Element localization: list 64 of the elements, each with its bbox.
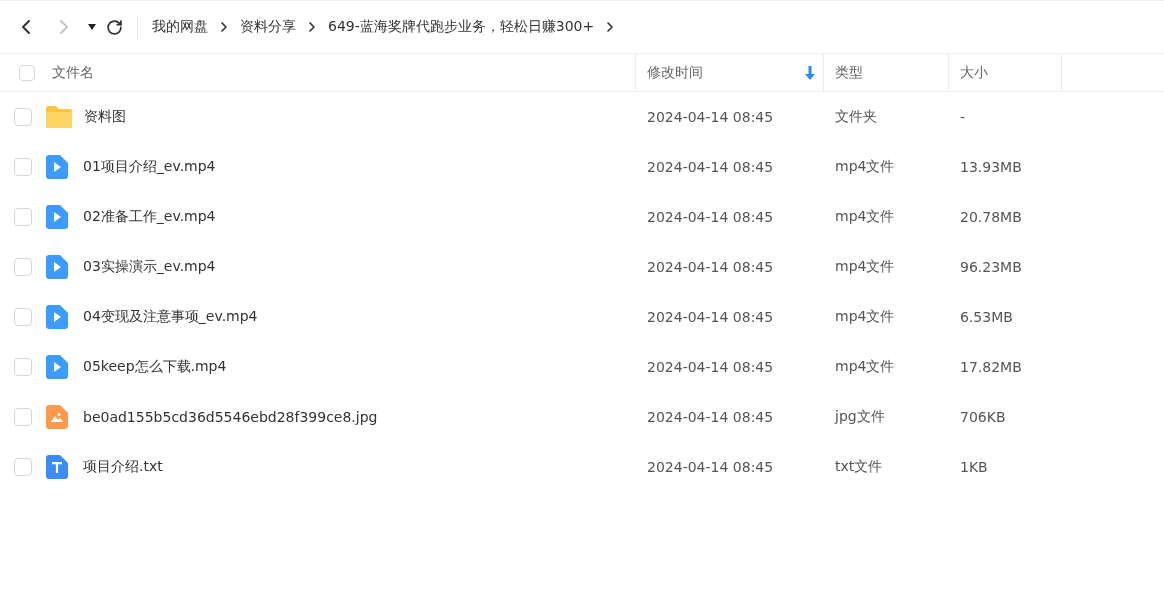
text-file-icon bbox=[46, 455, 68, 479]
folder-icon bbox=[46, 106, 72, 128]
file-name[interactable]: 项目介绍.txt bbox=[83, 458, 163, 476]
modified-time: 2024-04-14 08:45 bbox=[646, 209, 775, 225]
file-size: 17.82MB bbox=[959, 359, 1023, 375]
modified-time: 2024-04-14 08:45 bbox=[646, 409, 775, 425]
file-name[interactable]: 05keep怎么下载.mp4 bbox=[83, 358, 227, 376]
file-type: mp4文件 bbox=[834, 358, 896, 376]
file-name[interactable]: be0ad155b5cd36d5546ebd28f399ce8.jpg bbox=[83, 409, 378, 425]
modified-time: 2024-04-14 08:45 bbox=[646, 159, 775, 175]
modified-time: 2024-04-14 08:45 bbox=[646, 459, 775, 475]
file-name[interactable]: 03实操演示_ev.mp4 bbox=[83, 258, 216, 276]
column-header[interactable]: 文件名 bbox=[0, 54, 636, 91]
column-header[interactable]: 修改时间 bbox=[636, 54, 824, 91]
file-type: mp4文件 bbox=[834, 158, 896, 176]
refresh-icon bbox=[106, 18, 123, 36]
file-type: mp4文件 bbox=[834, 258, 896, 276]
modified-time: 2024-04-14 08:45 bbox=[646, 359, 775, 375]
row-checkbox[interactable] bbox=[14, 108, 32, 126]
file-type: jpg文件 bbox=[833, 408, 886, 426]
file-type: 文件夹 bbox=[834, 108, 878, 126]
column-label: 文件名 bbox=[52, 63, 94, 82]
column-label: 大小 bbox=[960, 63, 988, 82]
column-label: 类型 bbox=[835, 63, 863, 82]
play-file-icon bbox=[46, 205, 68, 229]
play-file-icon bbox=[46, 155, 68, 179]
select-all-checkbox[interactable] bbox=[19, 64, 35, 81]
caret-icon bbox=[88, 24, 96, 30]
modified-time: 2024-04-14 08:45 bbox=[646, 309, 775, 325]
row-checkbox[interactable] bbox=[14, 158, 32, 176]
file-type: mp4文件 bbox=[834, 208, 896, 226]
file-type: mp4文件 bbox=[834, 308, 896, 326]
file-size: - bbox=[959, 109, 967, 125]
dropdown-button[interactable] bbox=[88, 24, 96, 30]
breadcrumb-link[interactable]: 我的网盘 bbox=[152, 18, 208, 36]
file-size: 96.23MB bbox=[959, 259, 1023, 275]
play-file-icon bbox=[46, 305, 68, 329]
file-size: 6.53MB bbox=[959, 309, 1014, 325]
refresh-button[interactable] bbox=[106, 18, 123, 36]
file-name[interactable]: 资料图 bbox=[84, 108, 126, 126]
image-file-icon bbox=[46, 405, 68, 429]
row-checkbox[interactable] bbox=[14, 308, 32, 326]
file-name[interactable]: 01项目介绍_ev.mp4 bbox=[83, 158, 216, 176]
column-header[interactable]: 大小 bbox=[949, 54, 1062, 91]
file-size: 1KB bbox=[959, 459, 989, 475]
row-checkbox[interactable] bbox=[14, 208, 32, 226]
breadcrumb-link[interactable]: 649-蓝海奖牌代跑步业务，轻松日赚300+ bbox=[328, 18, 595, 36]
column-header[interactable]: 类型 bbox=[824, 54, 949, 91]
column-label: 修改时间 bbox=[647, 63, 703, 82]
modified-time: 2024-04-14 08:45 bbox=[646, 109, 775, 125]
play-file-icon bbox=[46, 355, 68, 379]
row-checkbox[interactable] bbox=[14, 258, 32, 276]
row-checkbox[interactable] bbox=[14, 408, 32, 426]
file-name[interactable]: 04变现及注意事项_ev.mp4 bbox=[83, 308, 258, 326]
file-size: 20.78MB bbox=[959, 209, 1023, 225]
file-type: txt文件 bbox=[834, 458, 884, 476]
row-checkbox[interactable] bbox=[14, 458, 32, 476]
file-size: 706KB bbox=[959, 409, 1007, 425]
play-file-icon bbox=[46, 255, 68, 279]
modified-time: 2024-04-14 08:45 bbox=[646, 259, 775, 275]
file-name[interactable]: 02准备工作_ev.mp4 bbox=[83, 208, 216, 226]
file-size: 13.93MB bbox=[959, 159, 1023, 175]
breadcrumb-link[interactable]: 资料分享 bbox=[240, 18, 296, 36]
row-checkbox[interactable] bbox=[14, 358, 32, 376]
